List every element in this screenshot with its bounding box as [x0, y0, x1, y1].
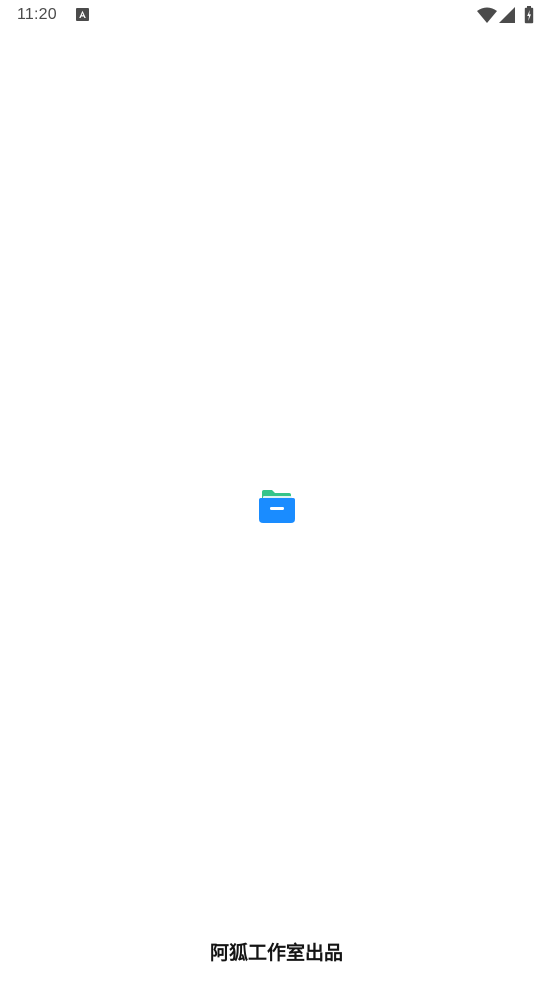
- status-icons: [477, 6, 537, 24]
- studio-credit: 阿狐工作室出品: [209, 942, 343, 964]
- status-bar: 11:20: [0, 0, 553, 32]
- battery-charging-icon: [524, 6, 534, 24]
- splash-screen: 11:20 阿狐工作室出品: [0, 0, 553, 984]
- status-time: 11:20: [17, 6, 57, 23]
- wifi-icon: [477, 7, 497, 23]
- cell-signal-icon: [499, 7, 515, 23]
- folder-icon: [259, 490, 295, 523]
- a-notification-icon: [76, 8, 89, 21]
